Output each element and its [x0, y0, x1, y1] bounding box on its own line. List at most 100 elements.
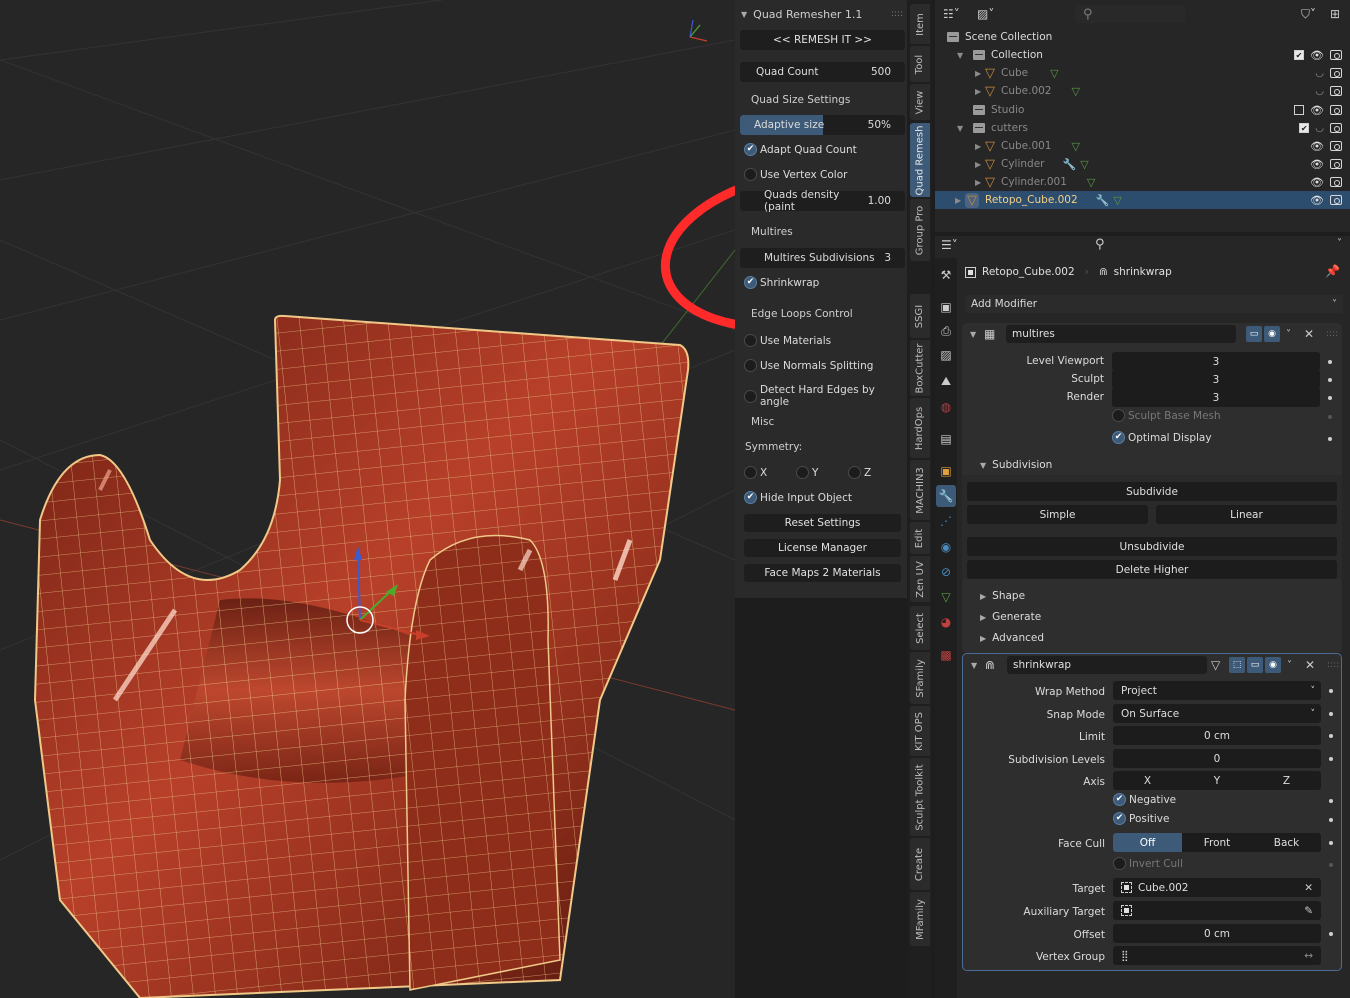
3d-viewport[interactable]	[0, 0, 735, 998]
keyframe-dot[interactable]	[1329, 712, 1333, 716]
add-modifier-dropdown[interactable]: Add Modifier ˅	[965, 295, 1343, 313]
mesh-data-icon[interactable]: ▽	[1080, 158, 1088, 171]
outliner-row-retopo-cube-002[interactable]: ▶ ▽ Retopo_Cube.002 🔧 ▽ 👁	[935, 191, 1350, 209]
shrinkwrap-checkbox[interactable]: ✔ Shrinkwrap	[744, 276, 819, 289]
remesh-it-button[interactable]: << REMESH IT >>	[740, 30, 905, 50]
target-field[interactable]: Cube.002 ✕	[1113, 878, 1321, 897]
camera-icon[interactable]	[1330, 177, 1342, 187]
hidden-eye-icon[interactable]: ◡	[1315, 123, 1324, 134]
camera-icon[interactable]	[1330, 105, 1342, 115]
tab-hardops[interactable]: HardOps	[910, 398, 930, 458]
expand-icon[interactable]: ▶	[975, 87, 985, 96]
use-normals-splitting-checkbox[interactable]: Use Normals Splitting	[744, 359, 873, 372]
texture-tab-icon[interactable]: ▩	[936, 644, 956, 666]
subdivision-levels-field[interactable]: 0	[1113, 749, 1321, 768]
tab-mfamily[interactable]: MFamily	[910, 892, 930, 946]
keyframe-dot[interactable]	[1328, 378, 1332, 382]
level-viewport-field[interactable]: 3	[1112, 352, 1320, 371]
modifier-wrench-icon[interactable]: 🔧	[1096, 194, 1110, 207]
keyframe-dot[interactable]	[1328, 437, 1332, 441]
filter-view-icon[interactable]: ▨˅	[977, 7, 994, 21]
outliner-row-cylinder-001[interactable]: ▶ ▽ Cylinder.001 ▽ 👁	[935, 173, 1350, 191]
detect-hard-edges-checkbox[interactable]: Detect Hard Edges by angle	[744, 384, 907, 408]
keyframe-dot[interactable]	[1328, 360, 1332, 364]
linear-button[interactable]: Linear	[1156, 505, 1337, 524]
symmetry-z-toggle[interactable]: Z	[848, 466, 871, 479]
scene-tab-icon[interactable]: ⛰	[936, 370, 956, 392]
collection-tab-icon[interactable]: ▤	[936, 428, 956, 450]
drag-handle-icon[interactable]: ::::	[1327, 660, 1339, 670]
vertex-group-field[interactable]: ⣿ ↔	[1113, 946, 1321, 965]
reset-settings-button[interactable]: Reset Settings	[744, 514, 901, 532]
hidden-eye-icon[interactable]: ◡	[1315, 68, 1324, 79]
tab-item[interactable]: Item	[910, 4, 930, 44]
tab-group-pro[interactable]: Group Pro	[910, 199, 930, 261]
view-layer-tab-icon[interactable]: ▨	[936, 344, 956, 366]
show-viewport-icon[interactable]: ▭	[1246, 326, 1262, 342]
axis-z-toggle[interactable]: Z	[1252, 771, 1321, 790]
keyframe-dot[interactable]	[1329, 757, 1333, 761]
camera-icon[interactable]	[1330, 86, 1342, 96]
world-tab-icon[interactable]: ◍	[936, 396, 956, 418]
auxiliary-target-field[interactable]: ✎	[1113, 901, 1321, 920]
outliner-row-studio[interactable]: Studio 👁	[935, 101, 1350, 119]
outliner-row-cube-001[interactable]: ▶ ▽ Cube.001 ▽ 👁	[935, 137, 1350, 155]
generate-subpanel-header[interactable]: ▶ Generate	[980, 611, 1041, 623]
adapt-quad-count-checkbox[interactable]: ✔ Adapt Quad Count	[744, 143, 857, 156]
modifier-wrench-icon[interactable]: 🔧	[1062, 158, 1076, 171]
mesh-data-icon[interactable]: ▽	[1087, 176, 1095, 189]
eye-icon[interactable]: 👁	[1310, 194, 1324, 207]
output-tab-icon[interactable]: ⎙	[936, 320, 956, 342]
sculpt-base-mesh-checkbox[interactable]: Sculpt Base Mesh	[1112, 409, 1221, 422]
tab-zen-uv[interactable]: Zen UV	[910, 556, 930, 602]
axis-x-toggle[interactable]: X	[1113, 771, 1182, 790]
face-maps-2-materials-button[interactable]: Face Maps 2 Materials	[744, 564, 901, 582]
expand-icon[interactable]: ▶	[955, 196, 965, 205]
invert-arrows-icon[interactable]: ↔	[1304, 950, 1313, 962]
expand-icon[interactable]: ▶	[975, 178, 985, 187]
mesh-data-icon[interactable]: ▽	[1050, 67, 1058, 80]
filter-icon[interactable]: ⛉˅	[1301, 7, 1316, 22]
camera-icon[interactable]	[1330, 68, 1342, 78]
expand-icon[interactable]: ▼	[957, 51, 967, 60]
eyedropper-icon[interactable]: ✎	[1304, 905, 1313, 917]
mesh-data-icon[interactable]: ▽	[1072, 140, 1080, 153]
drag-handle-icon[interactable]: ::::	[891, 9, 903, 19]
camera-icon[interactable]	[1330, 141, 1342, 151]
exclude-checkbox[interactable]	[1294, 105, 1305, 115]
mesh-data-icon[interactable]: ▽	[1072, 85, 1080, 98]
advanced-subpanel-header[interactable]: ▶ Advanced	[980, 632, 1044, 644]
keyframe-dot[interactable]	[1329, 799, 1333, 803]
pin-icon[interactable]: 📌	[1325, 264, 1340, 278]
outliner-row-cube[interactable]: ▶ ▽ Cube ▽ ◡	[935, 64, 1350, 82]
camera-icon[interactable]	[1330, 123, 1342, 133]
on-cage-icon[interactable]: ⬚	[1229, 657, 1245, 673]
exclude-checkbox[interactable]: ✔	[1294, 50, 1305, 60]
keyframe-dot[interactable]	[1329, 932, 1333, 936]
chevron-down-icon[interactable]: ˅	[1287, 660, 1292, 671]
collapse-icon[interactable]: ▼	[971, 661, 977, 670]
eye-icon[interactable]: 👁	[1310, 49, 1324, 62]
show-render-icon[interactable]: ◉	[1265, 657, 1281, 673]
mesh-data-icon[interactable]: ▽	[1113, 194, 1121, 207]
symmetry-x-toggle[interactable]: X	[744, 466, 767, 479]
outliner-row-cube-002[interactable]: ▶ ▽ Cube.002 ▽ ◡	[935, 82, 1350, 100]
drag-handle-icon[interactable]: ::::	[1326, 329, 1338, 339]
sculpt-level-field[interactable]: 3	[1112, 370, 1320, 389]
hide-input-object-checkbox[interactable]: ✔ Hide Input Object	[744, 491, 852, 504]
shape-subpanel-header[interactable]: ▶ Shape	[980, 590, 1025, 602]
material-tab-icon[interactable]: ◕	[936, 611, 956, 633]
optimal-display-checkbox[interactable]: ✔ Optimal Display	[1112, 431, 1212, 444]
particles-tab-icon[interactable]: ⋰	[936, 510, 956, 532]
tab-ssgi[interactable]: SSGI	[910, 294, 930, 338]
use-vertex-color-checkbox[interactable]: Use Vertex Color	[744, 168, 847, 181]
expand-icon[interactable]: ▶	[975, 69, 985, 78]
render-tab-icon[interactable]: ▣	[936, 296, 956, 318]
eye-icon[interactable]: 👁	[1310, 176, 1324, 189]
close-icon[interactable]: ✕	[1304, 327, 1314, 341]
modifiers-tab-icon[interactable]: 🔧	[936, 485, 956, 507]
simple-button[interactable]: Simple	[967, 505, 1148, 524]
chair-mesh[interactable]	[33, 314, 690, 998]
symmetry-y-toggle[interactable]: Y	[796, 466, 818, 479]
multires-subdivisions-field[interactable]: Multires Subdivisions 3	[740, 248, 905, 268]
